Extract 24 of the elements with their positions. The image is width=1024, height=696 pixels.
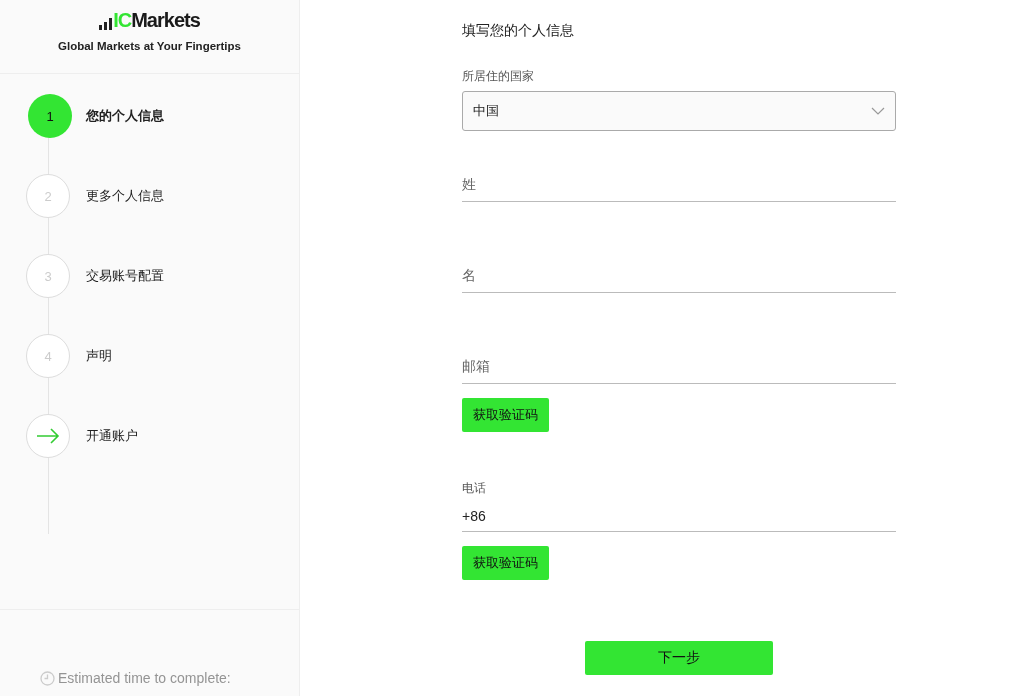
arrow-icon [36, 428, 60, 444]
logo-text: ICMarkets [113, 10, 200, 30]
get-code-button[interactable]: 获取验证码 [462, 546, 549, 580]
clock-icon [40, 671, 55, 686]
step-label[interactable]: 您的个人信息 [86, 107, 164, 125]
field-label: 电话 [462, 480, 487, 497]
step-label[interactable]: 开通账户 [86, 427, 138, 445]
tagline: Global Markets at Your Fingertips [58, 40, 241, 52]
bars-icon [99, 18, 114, 30]
step-label[interactable]: 交易账号配置 [86, 267, 164, 285]
input-field[interactable]: 名 [462, 258, 896, 293]
step-circle: 1 [28, 94, 72, 138]
form-title: 填写您的个人信息 [462, 22, 575, 40]
field-label: 所居住的国家 [462, 68, 535, 85]
country-select[interactable]: 中国 [462, 91, 896, 131]
chevron-down-icon [871, 107, 885, 115]
step-label[interactable]: 声明 [86, 347, 112, 365]
input-field[interactable]: 姓 [462, 167, 896, 202]
phone-field[interactable]: +86 [462, 501, 896, 532]
step-label[interactable]: 更多个人信息 [86, 187, 164, 205]
estimated-time-text: Estimated time to complete: [58, 670, 231, 686]
next-button[interactable]: 下一步 [585, 641, 773, 675]
input-field[interactable]: 邮箱 [462, 349, 896, 384]
get-code-button[interactable]: 获取验证码 [462, 398, 549, 432]
